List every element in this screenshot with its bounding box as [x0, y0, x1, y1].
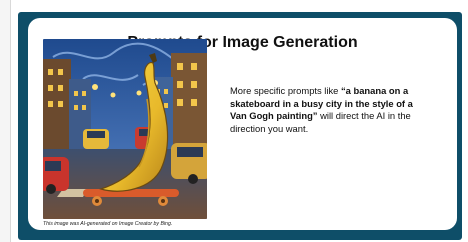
image-caption: This image was AI-generated on Image Cre…	[43, 221, 173, 227]
slide-body-text: More specific prompts like “a banana on …	[230, 85, 415, 135]
ai-generated-banana-image	[43, 39, 207, 219]
left-side-rail	[0, 0, 11, 242]
body-text-intro: More specific prompts like	[230, 85, 341, 96]
